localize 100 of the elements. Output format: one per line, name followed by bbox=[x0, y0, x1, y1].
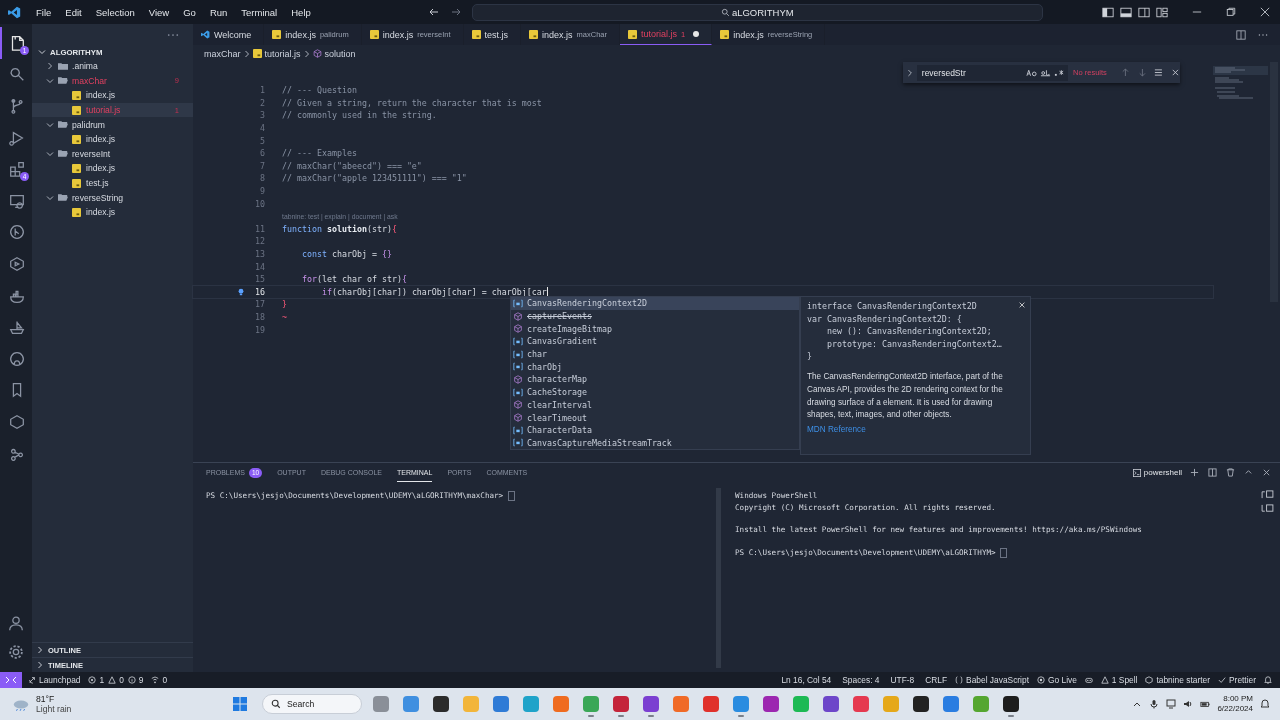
chevron-down-icon[interactable] bbox=[46, 120, 54, 129]
volume-icon[interactable] bbox=[1183, 699, 1194, 709]
tree-item[interactable]: reverseInt bbox=[72, 148, 111, 159]
trash-icon[interactable] bbox=[1226, 468, 1235, 477]
tree-item[interactable]: palidrum bbox=[72, 119, 105, 130]
lightbulb-icon[interactable] bbox=[237, 287, 245, 296]
tree-item[interactable]: index.js bbox=[86, 134, 116, 145]
panel-toggle-icon[interactable] bbox=[1120, 6, 1132, 18]
remote-indicator[interactable] bbox=[0, 672, 22, 688]
tree-item[interactable]: maxChar bbox=[72, 75, 107, 86]
find-in-selection-icon[interactable] bbox=[1154, 68, 1164, 77]
go-live-button[interactable]: Go Live bbox=[1047, 675, 1077, 685]
taskbar-app-icon[interactable] bbox=[643, 696, 659, 712]
split-editor-icon[interactable] bbox=[1236, 29, 1246, 40]
terminal-selector[interactable]: powershell bbox=[1132, 468, 1182, 477]
breadcrumb-item[interactable]: solution bbox=[312, 48, 356, 59]
maximize-panel-icon[interactable] bbox=[1244, 468, 1253, 477]
documentation-link[interactable]: MDN Reference bbox=[807, 425, 866, 435]
command-center[interactable]: aLGORITHYM bbox=[471, 3, 1043, 21]
network-icon[interactable] bbox=[1166, 699, 1177, 709]
suggestion-item[interactable]: characterMap bbox=[527, 374, 587, 385]
status-item[interactable]: Ln 16, Col 54 bbox=[781, 675, 832, 685]
clock-time[interactable]: 8:00 PM bbox=[1223, 694, 1253, 704]
account-icon[interactable] bbox=[7, 614, 25, 632]
error-count[interactable]: 1 bbox=[99, 675, 105, 685]
taskbar-search-field[interactable]: Search bbox=[262, 694, 362, 714]
microphone-icon[interactable] bbox=[1149, 699, 1160, 709]
terminal-instance-icon[interactable] bbox=[1260, 490, 1274, 499]
find-field[interactable]: reversedStr bbox=[916, 64, 1069, 81]
whole-word-icon[interactable] bbox=[1040, 68, 1052, 77]
chevron-down-icon[interactable] bbox=[38, 48, 46, 56]
suggestion-item[interactable]: clearTimeout bbox=[527, 412, 587, 423]
new-terminal-icon[interactable] bbox=[1190, 468, 1199, 477]
suggestion-item[interactable]: captureEvents bbox=[527, 311, 592, 322]
ports-count[interactable]: 0 bbox=[162, 675, 168, 685]
close-icon[interactable] bbox=[1260, 7, 1270, 17]
warning-count[interactable]: 0 bbox=[119, 675, 124, 685]
restore-icon[interactable] bbox=[1226, 7, 1236, 17]
tree-item[interactable]: test.js bbox=[86, 178, 109, 189]
suggestion-item[interactable]: clearInterval bbox=[527, 399, 592, 410]
layout-icon[interactable] bbox=[1156, 6, 1168, 18]
secondary-sidebar-icon[interactable] bbox=[1138, 6, 1150, 18]
suggestion-item[interactable]: charObj bbox=[527, 361, 562, 372]
menu-item[interactable]: Go bbox=[176, 6, 203, 18]
taskbar-app-icon[interactable] bbox=[823, 696, 839, 712]
more-actions-icon[interactable] bbox=[167, 32, 179, 37]
chevron-right-icon[interactable] bbox=[906, 68, 914, 77]
info-count[interactable]: 9 bbox=[138, 675, 144, 685]
status-item[interactable]: UTF-8 bbox=[890, 675, 915, 685]
start-icon[interactable] bbox=[232, 696, 248, 712]
menu-item[interactable]: View bbox=[141, 6, 177, 18]
breadcrumb-item[interactable]: tutorial.js bbox=[252, 48, 301, 59]
language-mode[interactable]: Babel JavaScript bbox=[966, 675, 1029, 685]
taskbar-app-icon[interactable] bbox=[433, 696, 449, 712]
battery-icon[interactable] bbox=[1200, 699, 1211, 709]
forward-arrow-icon[interactable] bbox=[449, 6, 462, 18]
suggestion-item[interactable]: CanvasGradient bbox=[527, 336, 597, 347]
suggestion-item[interactable]: CacheStorage bbox=[527, 387, 587, 398]
tree-item[interactable]: index.js bbox=[86, 207, 116, 218]
notifications-icon[interactable] bbox=[1264, 676, 1272, 684]
breadcrumb-item[interactable]: maxChar bbox=[204, 48, 241, 59]
menu-item[interactable]: Run bbox=[202, 6, 235, 18]
suggestion-item[interactable]: createImageBitmap bbox=[527, 323, 612, 334]
notification-icon[interactable] bbox=[1260, 699, 1270, 709]
match-case-icon[interactable] bbox=[1026, 68, 1038, 77]
taskbar-app-icon[interactable] bbox=[763, 696, 779, 712]
status-item[interactable]: CRLF bbox=[925, 675, 948, 685]
taskbar-app-icon[interactable] bbox=[913, 696, 929, 712]
launchpad-item[interactable]: Launchpad bbox=[39, 675, 81, 685]
chevron-down-icon[interactable] bbox=[46, 149, 54, 158]
close-icon[interactable] bbox=[1171, 68, 1180, 77]
suggestion-item[interactable]: char bbox=[527, 349, 547, 360]
sidebar-toggle-icon[interactable] bbox=[1102, 6, 1114, 18]
spell-check-item[interactable]: 1 Spell bbox=[1111, 675, 1138, 685]
menu-item[interactable]: Help bbox=[284, 6, 318, 18]
terminal-instance-icon[interactable] bbox=[1260, 504, 1274, 513]
back-arrow-icon[interactable] bbox=[427, 6, 440, 18]
split-terminal-icon[interactable] bbox=[1208, 468, 1217, 477]
taskbar-app-icon[interactable] bbox=[1003, 696, 1019, 712]
settings-icon[interactable] bbox=[7, 643, 25, 661]
regex-icon[interactable] bbox=[1054, 68, 1066, 77]
prettier-item[interactable]: Prettier bbox=[1229, 675, 1256, 685]
menu-item[interactable]: Edit bbox=[58, 6, 89, 18]
suggestion-item[interactable]: CanvasCaptureMediaStreamTrack bbox=[527, 437, 672, 448]
tabnine-item[interactable]: tabnine starter bbox=[1156, 675, 1210, 685]
status-item[interactable]: Spaces: 4 bbox=[842, 675, 880, 685]
close-icon[interactable] bbox=[1262, 468, 1271, 477]
tree-item[interactable]: .anima bbox=[72, 61, 98, 72]
chevron-right-icon[interactable] bbox=[46, 62, 54, 71]
robot-icon[interactable] bbox=[1084, 676, 1093, 684]
chevron-down-icon[interactable] bbox=[46, 76, 54, 85]
tree-item[interactable]: index.js bbox=[86, 163, 116, 174]
tree-item[interactable]: reverseString bbox=[72, 192, 124, 203]
chevron-down-icon[interactable] bbox=[46, 193, 54, 202]
suggestion-item[interactable]: CharacterData bbox=[527, 425, 592, 436]
menu-item[interactable]: Terminal bbox=[234, 6, 285, 18]
clock-date[interactable]: 6/22/2024 bbox=[1217, 704, 1253, 714]
menu-item[interactable]: Selection bbox=[88, 6, 142, 18]
tree-item[interactable]: index.js bbox=[86, 90, 116, 101]
menu-item[interactable]: File bbox=[29, 6, 59, 18]
